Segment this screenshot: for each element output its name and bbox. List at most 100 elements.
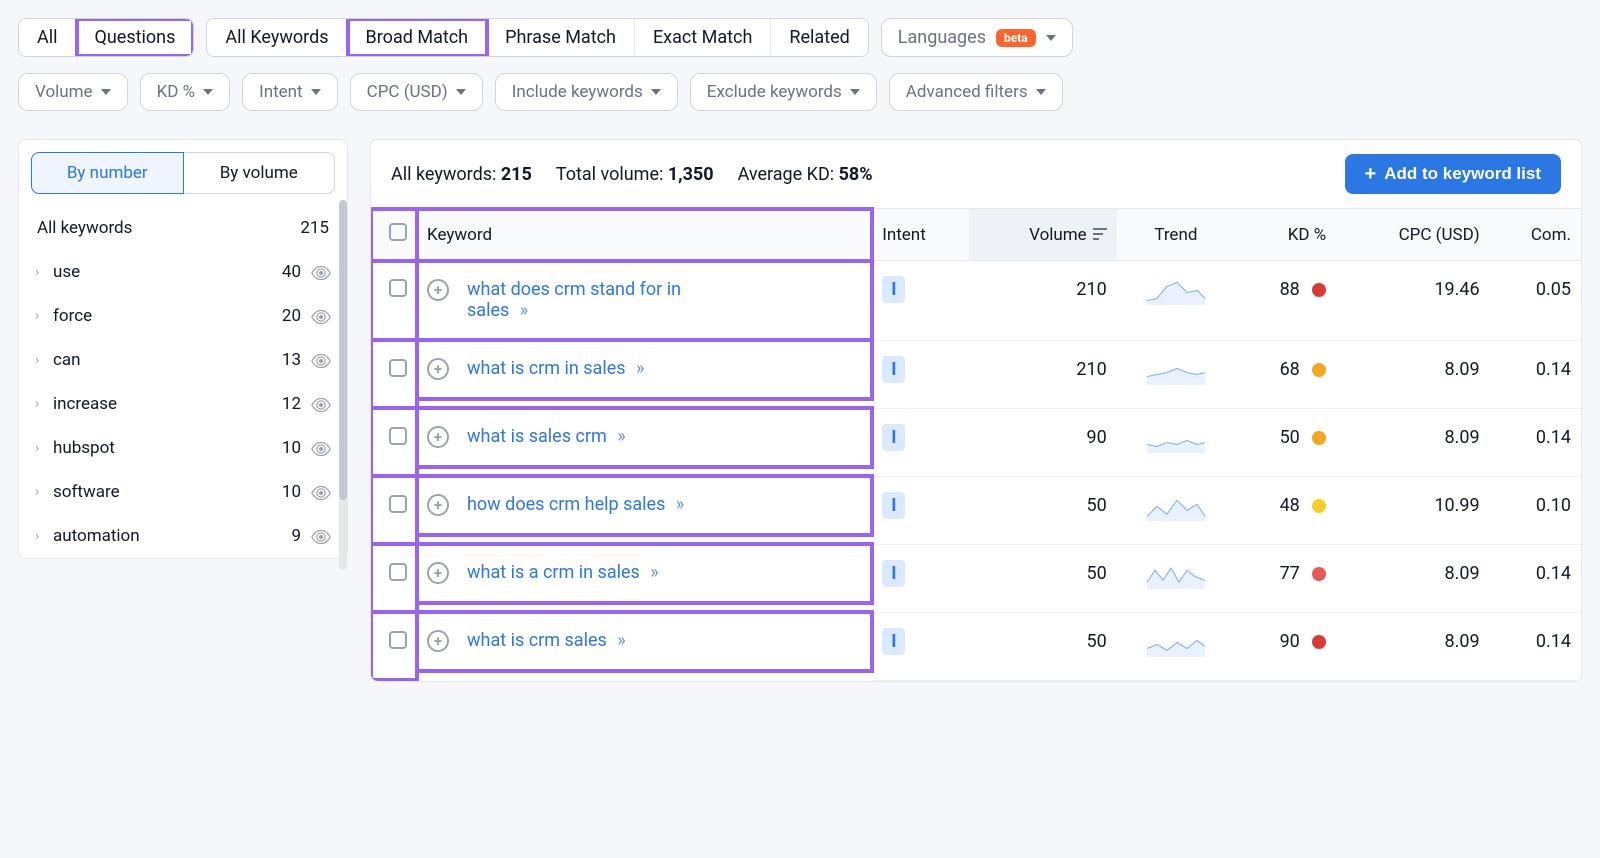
com-value: 0.14 (1490, 340, 1581, 408)
keyword-link[interactable]: what is crm in sales (467, 358, 626, 379)
row-checkbox[interactable] (389, 563, 407, 581)
filter-row: Volume KD % Intent CPC (USD) Include key… (18, 73, 1582, 111)
expand-icon[interactable]: + (427, 562, 449, 584)
tab-related[interactable]: Related (771, 19, 867, 56)
eye-icon[interactable] (311, 441, 331, 455)
keyword-groups-panel: By number By volume All keywords 215 ›us… (18, 139, 348, 559)
keyword-group-row[interactable]: ›can13 (19, 338, 347, 382)
tab-phrase-match[interactable]: Phrase Match (487, 19, 635, 56)
col-keyword[interactable]: Keyword (417, 209, 872, 261)
keyword-group-row[interactable]: ›hubspot10 (19, 426, 347, 470)
keyword-link[interactable]: what is a crm in sales (467, 562, 640, 583)
volume-value: 210 (969, 340, 1117, 408)
scrollbar-thumb[interactable] (339, 200, 347, 500)
col-volume[interactable]: Volume (969, 209, 1117, 261)
expand-icon[interactable]: + (427, 426, 449, 448)
eye-icon[interactable] (311, 265, 331, 279)
cpc-value: 19.46 (1336, 261, 1489, 341)
eye-icon[interactable] (311, 397, 331, 411)
com-value: 0.14 (1490, 408, 1581, 476)
keyword-link[interactable]: how does crm help sales (467, 494, 665, 515)
cpc-value: 8.09 (1336, 408, 1489, 476)
tab-questions[interactable]: Questions (77, 19, 194, 56)
keyword-group-row[interactable]: ›force20 (19, 294, 347, 338)
kd-difficulty-dot (1312, 635, 1326, 649)
chevron-right-icon: › (35, 484, 53, 500)
languages-dropdown[interactable]: Languages beta (881, 18, 1073, 57)
eye-icon[interactable] (311, 309, 331, 323)
row-checkbox[interactable] (389, 359, 407, 377)
beta-badge: beta (996, 29, 1036, 47)
intent-badge: I (882, 424, 905, 451)
kd-value: 50 (1235, 408, 1336, 476)
expand-icon[interactable]: + (427, 358, 449, 380)
group-term: increase (53, 394, 273, 414)
double-chevron-icon[interactable]: » (636, 358, 641, 379)
table-row: +how does crm help sales »I5048 10.990.1… (371, 476, 1581, 544)
keyword-group-row[interactable]: ›software10 (19, 470, 347, 514)
filter-volume[interactable]: Volume (18, 73, 128, 111)
cpc-value: 10.99 (1336, 476, 1489, 544)
select-all-checkbox[interactable] (389, 223, 407, 241)
col-cpc[interactable]: CPC (USD) (1336, 209, 1489, 261)
double-chevron-icon[interactable]: » (617, 426, 622, 447)
filter-include[interactable]: Include keywords (495, 73, 678, 111)
col-intent[interactable]: Intent (872, 209, 968, 261)
col-trend[interactable]: Trend (1117, 209, 1235, 261)
toggle-by-volume[interactable]: By volume (184, 152, 336, 194)
tab-group-primary: All Questions (18, 18, 194, 57)
group-count: 20 (273, 306, 301, 326)
eye-icon[interactable] (311, 529, 331, 543)
row-checkbox[interactable] (389, 631, 407, 649)
row-checkbox[interactable] (389, 495, 407, 513)
group-count: 10 (273, 482, 301, 502)
filter-advanced[interactable]: Advanced filters (889, 73, 1063, 111)
cpc-value: 8.09 (1336, 544, 1489, 612)
intent-badge: I (882, 276, 905, 303)
row-checkbox[interactable] (389, 279, 407, 297)
filter-exclude[interactable]: Exclude keywords (690, 73, 877, 111)
trend-sparkline (1117, 261, 1235, 341)
kd-difficulty-dot (1312, 499, 1326, 513)
double-chevron-icon[interactable]: » (676, 494, 681, 515)
groups-header-label: All keywords (37, 218, 132, 238)
groups-header-count: 215 (300, 218, 329, 238)
group-term: software (53, 482, 273, 502)
tab-all-keywords[interactable]: All Keywords (207, 19, 347, 56)
kd-value: 88 (1235, 261, 1336, 341)
keyword-link[interactable]: what is crm sales (467, 630, 607, 651)
tab-broad-match[interactable]: Broad Match (348, 19, 488, 56)
keyword-group-row[interactable]: ›automation9 (19, 514, 347, 558)
keyword-link[interactable]: what does crm stand for in sales (467, 279, 681, 321)
filter-cpc[interactable]: CPC (USD) (350, 73, 483, 111)
toggle-by-number[interactable]: By number (31, 152, 184, 194)
filter-kd[interactable]: KD % (140, 73, 231, 111)
col-com[interactable]: Com. (1490, 209, 1581, 261)
tab-all[interactable]: All (19, 19, 77, 56)
chevron-down-icon (1036, 89, 1046, 95)
chevron-down-icon (1046, 35, 1056, 41)
expand-icon[interactable]: + (427, 279, 449, 301)
plus-icon: + (1365, 164, 1377, 184)
table-row: +what is crm sales »I5090 8.090.14 (371, 612, 1581, 680)
keyword-group-row[interactable]: ›use40 (19, 250, 347, 294)
volume-value: 210 (969, 261, 1117, 341)
row-checkbox[interactable] (389, 427, 407, 445)
col-kd[interactable]: KD % (1235, 209, 1336, 261)
add-to-keyword-list-button[interactable]: + Add to keyword list (1345, 154, 1561, 194)
filter-intent[interactable]: Intent (242, 73, 338, 111)
double-chevron-icon[interactable]: » (650, 562, 655, 583)
kd-value: 77 (1235, 544, 1336, 612)
expand-icon[interactable]: + (427, 630, 449, 652)
keyword-link[interactable]: what is sales crm (467, 426, 607, 447)
double-chevron-icon[interactable]: » (520, 300, 525, 321)
eye-icon[interactable] (311, 353, 331, 367)
intent-badge: I (882, 628, 905, 655)
tab-exact-match[interactable]: Exact Match (635, 19, 771, 56)
kd-difficulty-dot (1312, 567, 1326, 581)
scrollbar[interactable] (339, 200, 347, 570)
eye-icon[interactable] (311, 485, 331, 499)
double-chevron-icon[interactable]: » (617, 630, 622, 651)
keyword-group-row[interactable]: ›increase12 (19, 382, 347, 426)
expand-icon[interactable]: + (427, 494, 449, 516)
